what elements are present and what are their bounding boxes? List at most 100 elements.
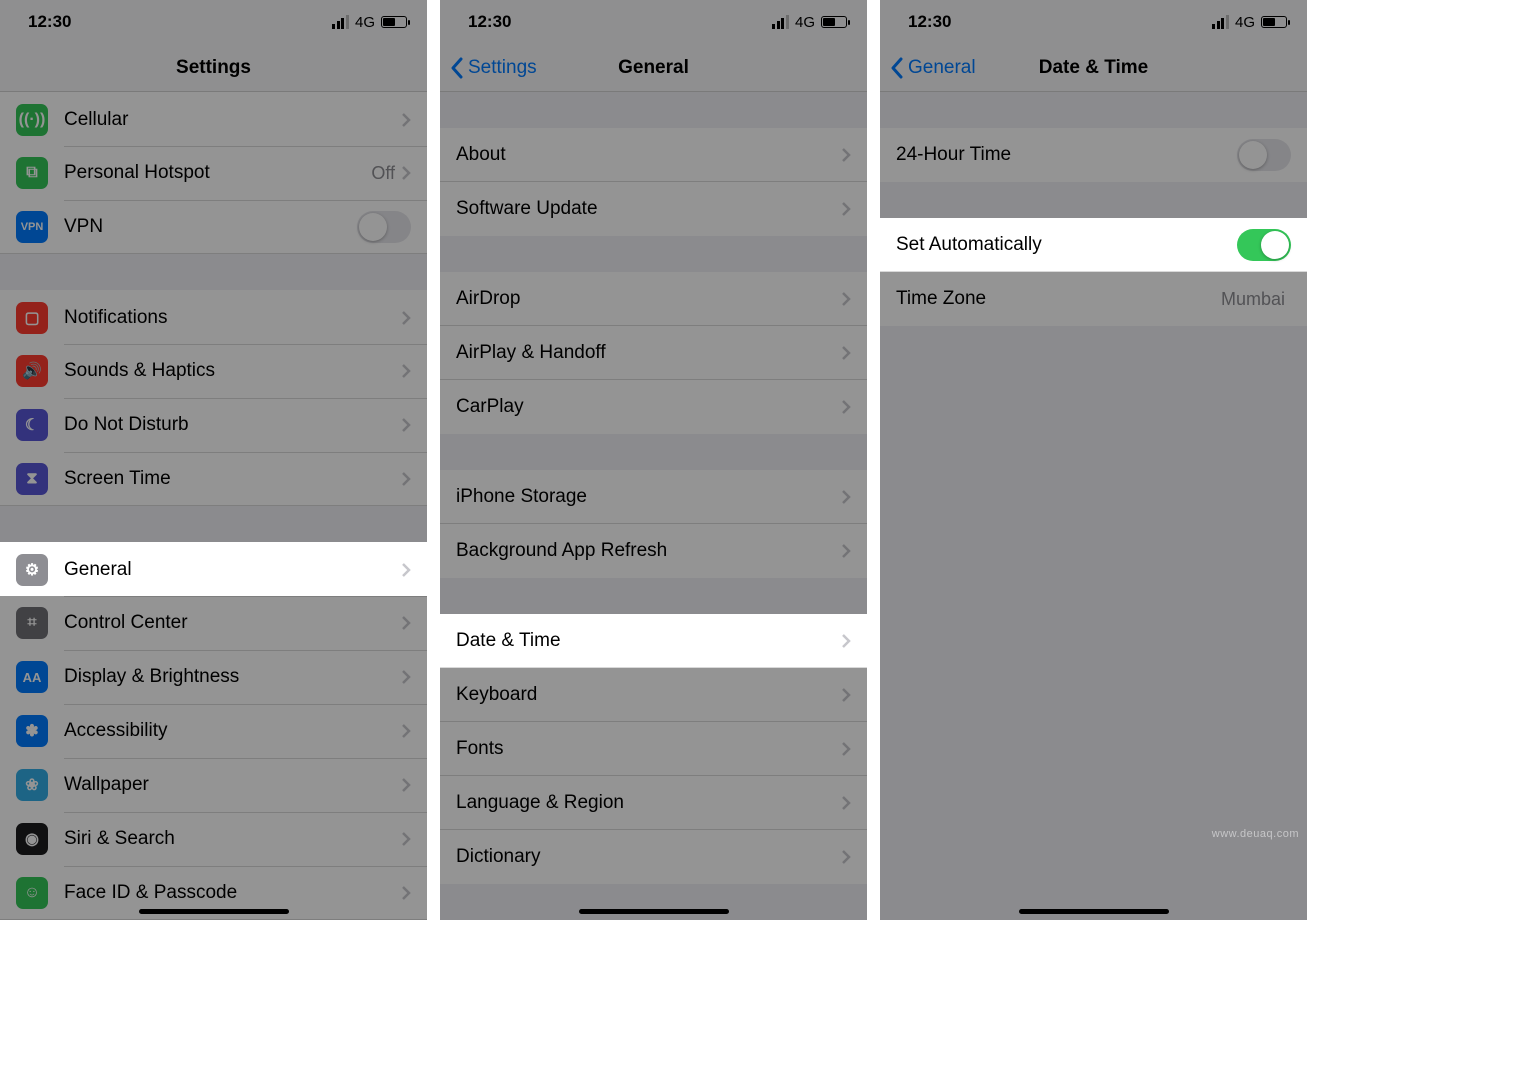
row-24-hour-time[interactable]: 24-Hour Time <box>880 128 1307 182</box>
vpn-icon: VPN <box>16 211 48 243</box>
row-set-automatically[interactable]: Set Automatically <box>880 218 1307 272</box>
faceid-icon: ☺ <box>16 877 48 909</box>
row-keyboard[interactable]: Keyboard <box>440 668 867 722</box>
textsize-icon: AA <box>16 661 48 693</box>
row-label: Personal Hotspot <box>64 162 371 184</box>
row-do-not-disturb[interactable]: ☾ Do Not Disturb <box>0 398 427 452</box>
network-label: 4G <box>795 14 815 31</box>
chevron-right-icon <box>841 849 851 865</box>
row-iphone-storage[interactable]: iPhone Storage <box>440 470 867 524</box>
row-vpn[interactable]: VPN VPN <box>0 200 427 254</box>
row-display-brightness[interactable]: AA Display & Brightness <box>0 650 427 704</box>
row-label: Screen Time <box>64 468 401 490</box>
chevron-right-icon <box>401 471 411 487</box>
row-label: Keyboard <box>456 684 841 706</box>
chevron-right-icon <box>841 633 851 649</box>
row-label: CarPlay <box>456 396 841 418</box>
row-label: Background App Refresh <box>456 540 841 562</box>
status-right: 4G <box>1212 14 1287 31</box>
row-time-zone[interactable]: Time Zone Mumbai <box>880 272 1307 326</box>
row-accessibility[interactable]: ✽ Accessibility <box>0 704 427 758</box>
row-screen-time[interactable]: ⧗ Screen Time <box>0 452 427 506</box>
row-label: General <box>64 559 401 581</box>
status-right: 4G <box>332 14 407 31</box>
row-language-region[interactable]: Language & Region <box>440 776 867 830</box>
row-label: Dictionary <box>456 846 841 868</box>
battery-icon <box>1261 16 1287 28</box>
accessibility-icon: ✽ <box>16 715 48 747</box>
status-right: 4G <box>772 14 847 31</box>
row-label: Do Not Disturb <box>64 414 401 436</box>
wallpaper-icon: ❀ <box>16 769 48 801</box>
home-indicator[interactable] <box>1019 909 1169 914</box>
antenna-icon: ((·)) <box>16 104 48 136</box>
status-bar: 12:30 4G <box>0 0 427 44</box>
status-time: 12:30 <box>28 12 71 32</box>
row-label: Set Automatically <box>896 234 1237 256</box>
row-label: Face ID & Passcode <box>64 882 401 904</box>
row-wallpaper[interactable]: ❀ Wallpaper <box>0 758 427 812</box>
chevron-right-icon <box>841 147 851 163</box>
chevron-right-icon <box>841 399 851 415</box>
row-label: Sounds & Haptics <box>64 360 401 382</box>
link-icon: ⧉ <box>16 157 48 189</box>
row-label: Wallpaper <box>64 774 401 796</box>
network-label: 4G <box>1235 14 1255 31</box>
nav-bar: Settings <box>0 44 427 92</box>
date-time-list[interactable]: 24-Hour Time Set Automatically Time Zone… <box>880 92 1307 920</box>
row-control-center[interactable]: ⌗ Control Center <box>0 596 427 650</box>
row-label: Accessibility <box>64 720 401 742</box>
chevron-right-icon <box>401 310 411 326</box>
group-connectivity: ((·)) Cellular ⧉ Personal Hotspot Off VP… <box>0 92 427 254</box>
moon-icon: ☾ <box>16 409 48 441</box>
group-general: ⚙ General ⌗ Control Center AA Display & … <box>0 542 427 920</box>
signal-icon <box>332 15 349 29</box>
chevron-right-icon <box>401 417 411 433</box>
home-indicator[interactable] <box>139 909 289 914</box>
row-date-time[interactable]: Date & Time <box>440 614 867 668</box>
back-button[interactable]: Settings <box>440 57 537 79</box>
chevron-right-icon <box>841 345 851 361</box>
row-personal-hotspot[interactable]: ⧉ Personal Hotspot Off <box>0 146 427 200</box>
gear-icon: ⚙ <box>16 554 48 586</box>
row-label: iPhone Storage <box>456 486 841 508</box>
row-airplay-handoff[interactable]: AirPlay & Handoff <box>440 326 867 380</box>
row-label: 24-Hour Time <box>896 144 1237 166</box>
vpn-toggle[interactable] <box>357 211 411 243</box>
chevron-right-icon <box>841 795 851 811</box>
row-about[interactable]: About <box>440 128 867 182</box>
row-dictionary[interactable]: Dictionary <box>440 830 867 884</box>
chevron-right-icon <box>841 489 851 505</box>
row-label: AirPlay & Handoff <box>456 342 841 364</box>
back-button[interactable]: General <box>880 57 976 79</box>
row-label: VPN <box>64 216 357 238</box>
notifications-icon: ▢ <box>16 302 48 334</box>
row-general[interactable]: ⚙ General <box>0 542 427 596</box>
battery-icon <box>821 16 847 28</box>
row-siri-search[interactable]: ◉ Siri & Search <box>0 812 427 866</box>
chevron-right-icon <box>401 831 411 847</box>
row-notifications[interactable]: ▢ Notifications <box>0 290 427 344</box>
general-list[interactable]: About Software Update AirDrop AirPlay & … <box>440 92 867 920</box>
settings-list[interactable]: ((·)) Cellular ⧉ Personal Hotspot Off VP… <box>0 92 427 920</box>
hourglass-icon: ⧗ <box>16 463 48 495</box>
chevron-right-icon <box>401 669 411 685</box>
row-label: Date & Time <box>456 630 841 652</box>
row-software-update[interactable]: Software Update <box>440 182 867 236</box>
chevron-left-icon <box>890 57 904 79</box>
chevron-right-icon <box>401 562 411 578</box>
chevron-right-icon <box>401 723 411 739</box>
row-fonts[interactable]: Fonts <box>440 722 867 776</box>
chevron-right-icon <box>401 165 411 181</box>
home-indicator[interactable] <box>579 909 729 914</box>
row-carplay[interactable]: CarPlay <box>440 380 867 434</box>
24-hour-toggle[interactable] <box>1237 139 1291 171</box>
nav-bar: General Date & Time <box>880 44 1307 92</box>
set-automatically-toggle[interactable] <box>1237 229 1291 261</box>
page-title: Settings <box>0 57 427 79</box>
row-airdrop[interactable]: AirDrop <box>440 272 867 326</box>
row-sounds-haptics[interactable]: 🔊 Sounds & Haptics <box>0 344 427 398</box>
row-cellular[interactable]: ((·)) Cellular <box>0 92 427 146</box>
network-label: 4G <box>355 14 375 31</box>
row-background-app-refresh[interactable]: Background App Refresh <box>440 524 867 578</box>
